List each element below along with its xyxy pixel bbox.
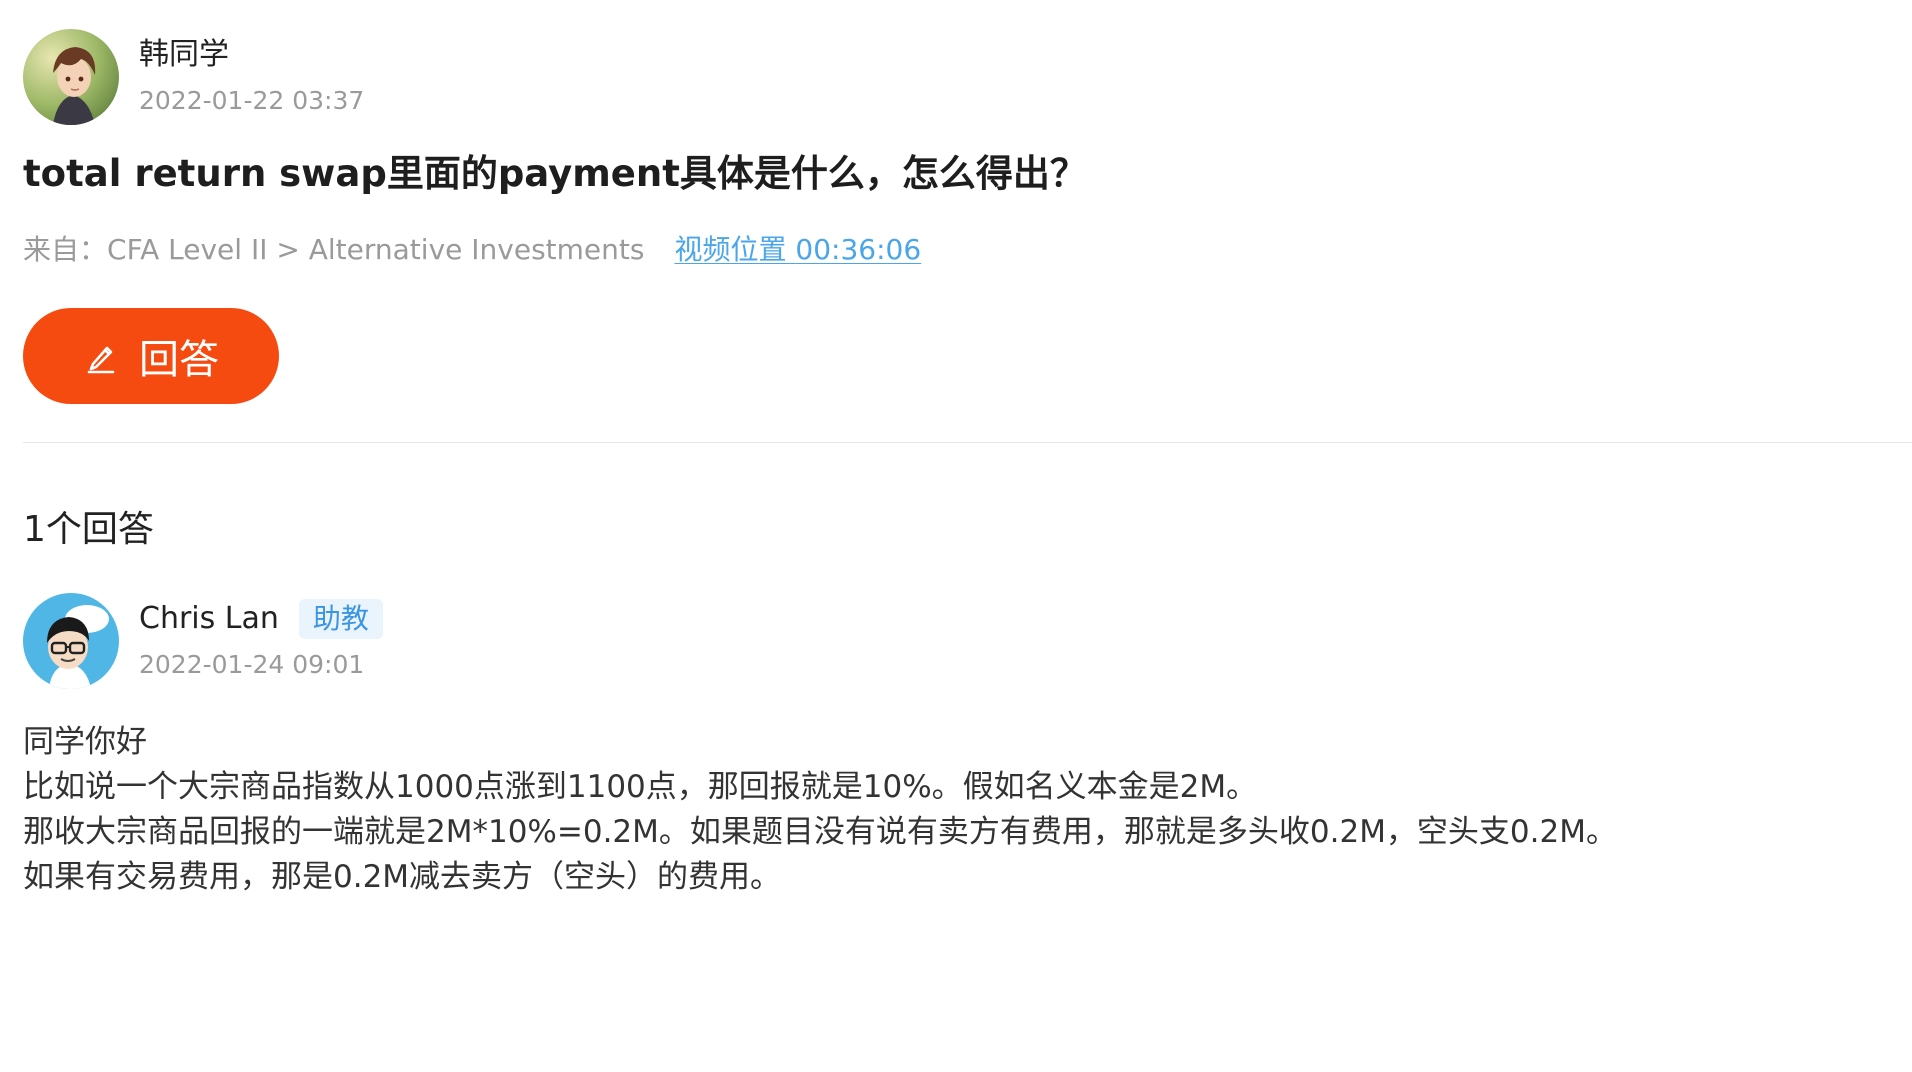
answer-timestamp: 2022-01-24 09:01 — [139, 650, 365, 679]
question-author-meta: 韩同学 2022-01-22 03:37 — [139, 29, 364, 117]
answer-line: 比如说一个大宗商品指数从1000点涨到1100点，那回报就是10%。假如名义本金… — [23, 769, 1258, 805]
answer-line: 同学你好 — [23, 724, 147, 760]
question-author-name[interactable]: 韩同学 — [139, 35, 364, 75]
source-prefix: 来自： — [23, 233, 108, 266]
answer-author-avatar[interactable] — [23, 593, 119, 689]
question-author-header: 韩同学 2022-01-22 03:37 — [23, 29, 364, 125]
answer-author-header: Chris Lan 助教 2022-01-24 09:01 — [23, 593, 383, 689]
answer-line: 如果有交易费用，那是0.2M减去卖方（空头）的费用。 — [23, 859, 782, 895]
pencil-icon — [81, 336, 121, 376]
assistant-badge: 助教 — [298, 599, 383, 639]
question-author-avatar[interactable] — [23, 29, 119, 125]
answer-line: 那收大宗商品回报的一端就是2M*10%=0.2M。如果题目没有说有卖方有费用，那… — [23, 814, 1617, 850]
section-divider — [23, 442, 1912, 443]
video-position-link[interactable]: 视频位置 00:36:06 — [674, 230, 921, 270]
answer-button-label: 回答 — [139, 338, 219, 382]
answer-button[interactable]: 回答 — [23, 308, 279, 404]
video-position-label: 视频位置 — [674, 233, 787, 266]
source-course-path[interactable]: CFA Level II > Alternative Investments — [107, 230, 644, 270]
question-title: total return swap里面的payment具体是什么，怎么得出？ — [23, 152, 1087, 195]
answer-author-meta: Chris Lan 助教 2022-01-24 09:01 — [139, 593, 383, 681]
answers-count-heading: 1个回答 — [23, 509, 154, 550]
video-position-time: 00:36:06 — [795, 233, 922, 266]
question-timestamp: 2022-01-22 03:37 — [139, 86, 365, 115]
answer-author-row: Chris Lan 助教 — [139, 599, 383, 639]
question-source: 来自： CFA Level II > Alternative Investmen… — [23, 230, 921, 270]
answer-body: 同学你好 比如说一个大宗商品指数从1000点涨到1100点，那回报就是10%。假… — [23, 720, 1617, 900]
answer-author-name[interactable]: Chris Lan — [139, 599, 279, 639]
question-detail-page: 韩同学 2022-01-22 03:37 total return swap里面… — [0, 0, 1912, 1072]
